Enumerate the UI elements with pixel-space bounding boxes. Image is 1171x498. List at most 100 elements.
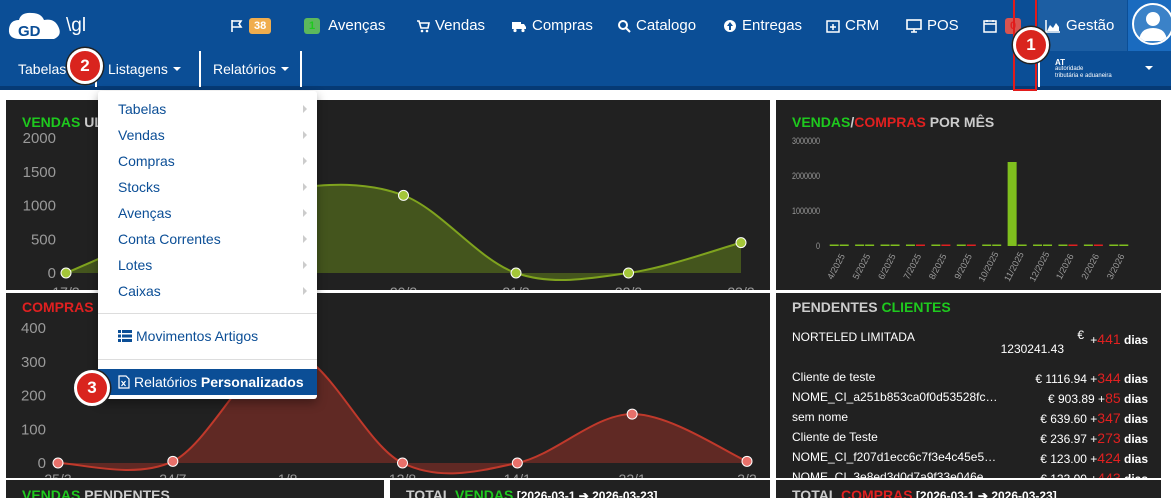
nav-gestao-label: Gestão [1066, 17, 1115, 34]
bar-compras [1043, 244, 1053, 246]
client-amount: € 903.89 +85 dias [1048, 390, 1148, 406]
bar-compras [915, 244, 925, 246]
dropdown-item-relatorios-personalizados[interactable]: Relatórios Personalizados [98, 369, 317, 395]
data-point [167, 455, 179, 467]
dropdown-item-label: Compras [118, 153, 175, 169]
calendar-plus-icon [826, 19, 840, 33]
bar-vendas [1083, 244, 1093, 246]
y-tick-label: 1500 [23, 164, 56, 181]
listagens-dropdown-menu: Tabelas Vendas Compras Stocks Avenças Conta C… [98, 91, 317, 399]
dropdown-item[interactable]: Caixas [98, 278, 317, 304]
notifications-flag[interactable]: 38 [230, 0, 272, 51]
title-compras: COMPRAS [841, 487, 913, 498]
title-date-range: [2026-03-1 ➔ 2026-03-23] [912, 489, 1057, 498]
chevron-right-icon [303, 105, 307, 113]
dropdown-item[interactable]: Stocks [98, 174, 317, 200]
x-tick-label: 3/2026 [1105, 252, 1127, 281]
y-tick-label: 2000000 [792, 171, 820, 181]
nav-gestao[interactable]: Gestão [1038, 0, 1128, 51]
nav-catalogo-label: Catalogo [636, 17, 697, 34]
bar-compras [966, 244, 976, 246]
nav-crm[interactable]: CRM [826, 0, 879, 51]
nav-entregas-label: Entregas [742, 17, 803, 34]
bar-compras [865, 244, 875, 246]
app-name[interactable]: \gl [66, 15, 86, 37]
x-tick-label: 21/3 [502, 284, 529, 290]
bar-compras [1068, 244, 1078, 246]
amount-value: € 903.89 [1048, 392, 1095, 406]
nav-vendas[interactable]: Vendas [416, 0, 485, 51]
dropdown-item[interactable]: Compras [98, 148, 317, 174]
dropdown-item[interactable]: Lotes [98, 252, 317, 278]
chevron-right-icon [303, 287, 307, 295]
data-point [741, 455, 753, 467]
data-point [397, 457, 408, 469]
sub-tabelas[interactable]: Tabelas [18, 51, 66, 87]
bar-vendas [956, 244, 966, 246]
y-tick-label: 1000000 [792, 206, 820, 216]
sub-relatorios[interactable]: Relatórios [213, 51, 290, 87]
x-tick-label: 1/2026 [1054, 252, 1076, 281]
sub-listagens[interactable]: Listagens [108, 51, 181, 87]
list-item[interactable]: NOME_CI_f207d1ecc6c7f3e4c45e5… € 123.00 +… [792, 450, 1148, 468]
dropdown-item[interactable]: Tabelas [98, 96, 317, 122]
x-tick-label: 25/3 [44, 471, 71, 478]
flag-badge: 38 [249, 17, 272, 34]
area-chart-icon [1045, 19, 1060, 33]
nav-pos[interactable]: POS [906, 0, 959, 51]
user-icon [1139, 12, 1167, 41]
app-root: GD \gl 38 1 Avenças Vendas Compras Catal… [0, 0, 1171, 498]
dropdown-divider [98, 313, 317, 314]
sub-separator [300, 51, 302, 87]
x-tick-label: 4/2025 [825, 252, 847, 281]
y-tick-label: 200 [21, 388, 46, 405]
list-item[interactable]: NOME_CI_a251b853ca0f0d53528fc… € 903.89 +… [792, 390, 1148, 408]
gd-logo-icon[interactable]: GD [6, 9, 64, 43]
bar-vendas [880, 244, 890, 246]
data-point [623, 267, 634, 279]
dropdown-item-label: Lotes [118, 257, 153, 273]
chevron-right-icon [303, 209, 307, 217]
x-tick-label: 11/2025 [1002, 250, 1026, 283]
sub-relatorios-label: Relatórios [213, 61, 277, 77]
nav-compras[interactable]: Compras [511, 0, 593, 51]
bar-compras [1093, 244, 1103, 246]
amount-value: € 639.60 [1040, 412, 1087, 426]
caret-down-icon [281, 67, 290, 71]
list-item[interactable]: sem nome € 639.60 +347 dias [792, 410, 1148, 428]
top-navbar: GD \gl 38 1 Avenças Vendas Compras Catal… [0, 0, 1171, 51]
client-name: sem nome [792, 410, 849, 424]
bar-vendas [1033, 244, 1043, 246]
at-logo[interactable]: AT autoridade tributária e aduaneira [1055, 59, 1127, 81]
dropdown-item-movimentos-artigos[interactable]: Movimentos Artigos [98, 323, 317, 349]
search-icon [618, 19, 631, 33]
list-item[interactable]: NOME_CI_3e8ed3d0d7a9f33e046e… € 123.00 +4… [792, 470, 1148, 478]
user-menu[interactable] [1128, 0, 1171, 51]
title-pendentes: PENDENTES [792, 299, 882, 315]
x-tick-label: 1/8 [278, 471, 298, 478]
cart-icon [417, 19, 430, 32]
chevron-right-icon [303, 183, 307, 191]
at-caret-down-icon[interactable] [1145, 66, 1153, 70]
dropdown-item[interactable]: Vendas [98, 122, 317, 148]
dropdown-item[interactable]: Avenças [98, 200, 317, 226]
dropdown-item-label: Avenças [118, 205, 172, 221]
data-point [52, 457, 64, 469]
data-point [511, 457, 523, 469]
nav-avencas-label: Avenças [328, 17, 386, 34]
nav-avencas[interactable]: 1 Avenças [304, 0, 385, 51]
nav-entregas[interactable]: Entregas [723, 0, 802, 51]
dropdown-item-label: Relatórios [134, 374, 201, 390]
nav-catalogo[interactable]: Catalogo [617, 0, 696, 51]
avatar [1132, 3, 1171, 45]
days-count: 441 [1097, 331, 1121, 347]
list-item[interactable]: Cliente de teste € 1116.94 +344 dias [792, 370, 1148, 388]
bar-vendas [1109, 244, 1119, 246]
list-item[interactable]: NORTELED LIMITADA €1230241.43 +441 dias [792, 328, 1148, 364]
x-tick-label: 23/3 [727, 284, 754, 290]
dropdown-item[interactable]: Conta Correntes [98, 226, 317, 252]
bar-compras [839, 244, 849, 246]
list-item[interactable]: Cliente de Teste € 236.97 +273 dias [792, 430, 1148, 448]
bar-vendas [1007, 162, 1017, 246]
client-name: NOME_CI_3e8ed3d0d7a9f33e046e… [792, 470, 996, 478]
